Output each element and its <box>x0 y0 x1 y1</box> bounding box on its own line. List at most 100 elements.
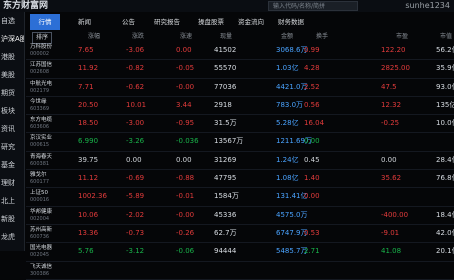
col-mcap[interactable]: 市值 <box>440 32 452 42</box>
market-cap: 93.0亿 <box>436 82 454 91</box>
volume: 62.7万 <box>214 228 237 237</box>
market-cap: 20.1亿 <box>436 247 454 256</box>
sidebar-item-news[interactable]: 资讯 <box>0 120 24 138</box>
tab-quotes[interactable]: 行情 <box>30 14 60 30</box>
sidebar-item-sectors[interactable]: 板块 <box>0 102 24 120</box>
table-row[interactable]: 上证50 000016 1002.36 -5.89 -0.01 1584万 131.41亿 0… <box>26 188 454 207</box>
amount: 5485.7万 <box>276 247 308 256</box>
tab-financials[interactable]: 财务数据 <box>278 14 304 30</box>
change-pct: 7.71 <box>78 82 94 91</box>
sidebar-item-research[interactable]: 研究 <box>0 138 24 156</box>
change-speed: 0.00 <box>176 46 192 54</box>
pe-ratio: 122.20 <box>381 46 406 54</box>
change-amount: 10.01 <box>126 100 147 109</box>
market-cap: 56.2亿 <box>436 46 454 54</box>
change-pct: 18.50 <box>78 119 99 128</box>
market-cap: 35.9亿 <box>436 64 454 73</box>
sidebar-item-funds[interactable]: 基金 <box>0 156 24 174</box>
sidebar: 自选 沪深A股 港股 美股 期货 板块 资讯 研究 基金 理财 北上 新股 龙虎 <box>0 12 25 251</box>
change-speed: -0.06 <box>176 247 195 256</box>
change-pct: 6.990 <box>78 137 99 146</box>
table-row[interactable]: 江苏国信 002608 11.92 -0.82 -0.05 55570 1.03亿 4.28 2… <box>26 60 454 79</box>
change-pct: 11.12 <box>78 174 99 183</box>
sidebar-item-a-shares[interactable]: 沪深A股 <box>0 30 24 48</box>
stock-name: 江苏国信 <box>30 62 53 69</box>
amount: 3068.6万 <box>276 46 308 54</box>
turnover: 1.40 <box>304 174 320 183</box>
stock-code: 002045 <box>30 252 50 259</box>
market-cap: 18.4亿 <box>436 210 454 219</box>
turnover: 0.56 <box>304 100 320 109</box>
amount: 4421.0万 <box>276 82 308 91</box>
sidebar-item-ipo[interactable]: 新股 <box>0 210 24 228</box>
table-row[interactable]: 青海春天 600381 39.75 0.00 0.00 31269 1.24亿 0.45 0.0… <box>26 152 454 171</box>
amount: 6747.9万 <box>276 228 308 237</box>
col-change-pct[interactable]: 涨幅 <box>88 32 100 42</box>
stock-name: 国光电器 <box>30 245 53 252</box>
tab-research[interactable]: 研究报告 <box>154 14 180 30</box>
tab-capital-flow[interactable]: 资金流向 <box>238 14 264 30</box>
stock-code: 600177 <box>30 179 50 186</box>
change-amount: -0.73 <box>126 228 145 237</box>
table-row[interactable]: 华邦健康 002004 10.06 -2.02 -0.00 45336 4575.0万 -40… <box>26 207 454 225</box>
amount: 1.08亿 <box>276 174 299 183</box>
sidebar-item-futures[interactable]: 期货 <box>0 84 24 102</box>
sidebar-item-hk[interactable]: 港股 <box>0 48 24 66</box>
market-cap: 28.4亿 <box>436 155 454 164</box>
search-input[interactable]: 输入代码/名称/简拼 <box>268 1 358 11</box>
sidebar-item-watchlist[interactable]: 自选 <box>0 12 24 30</box>
col-change[interactable]: 涨跌 <box>132 32 144 42</box>
user-name[interactable]: sunhe1234 <box>405 0 450 12</box>
change-speed: 3.44 <box>176 100 192 109</box>
tab-news[interactable]: 新闻 <box>78 14 91 30</box>
table-row[interactable]: 飞天诚信 300386 <box>26 262 454 280</box>
turnover: 0.99 <box>304 46 320 54</box>
col-amount[interactable]: 金额 <box>281 32 293 42</box>
volume: 13567万 <box>214 137 244 146</box>
table-row[interactable]: 东方电缆 603606 18.50 -3.00 -0.95 31.5万 5.28亿 16.04… <box>26 115 454 134</box>
stock-name: 万科股份 <box>30 44 53 50</box>
table-row[interactable]: 雅戈尔 600177 11.12 -0.69 -0.88 47795 1.08亿 1.40 35… <box>26 170 454 189</box>
change-speed: -0.05 <box>176 64 195 73</box>
col-pe[interactable]: 市盈 <box>396 32 408 42</box>
change-speed: -0.95 <box>176 119 195 128</box>
stock-code: 600381 <box>30 160 50 167</box>
change-pct: 20.50 <box>78 100 99 109</box>
col-speed[interactable]: 涨速 <box>180 32 192 42</box>
volume: 55570 <box>214 64 237 73</box>
stock-code: 002608 <box>30 69 50 76</box>
table-row[interactable]: 今世缘 603369 20.50 10.01 3.44 2918 783.0万 0.56 12.… <box>26 97 454 116</box>
stock-code: 000016 <box>30 197 50 204</box>
sidebar-item-wealth[interactable]: 理财 <box>0 174 24 192</box>
tab-announcements[interactable]: 公告 <box>122 14 135 30</box>
col-volume[interactable]: 现量 <box>220 32 232 42</box>
change-pct: 5.76 <box>78 247 94 256</box>
turnover: 2.52 <box>304 82 320 91</box>
tab-bar: 行情 新闻 公告 研究报告 操盘股票 资金流向 财务数据 <box>26 14 454 30</box>
table-row[interactable]: 万科股份 000002 7.65 -3.06 0.00 41502 3068.6万 0.99 1… <box>26 42 454 61</box>
amount: 131.41亿 <box>276 192 308 201</box>
market-cap: 76.8亿 <box>436 174 454 183</box>
top-bar: 东方财富网 输入代码/名称/简拼 sunhe1234 <box>0 0 454 12</box>
tab-trading[interactable]: 操盘股票 <box>198 14 224 30</box>
table-row[interactable]: 苏州高新 600736 13.36 -0.73 -0.26 62.7万 6747.9万 0.5… <box>26 225 454 244</box>
volume: 45336 <box>214 210 237 219</box>
pe-ratio: 2825.00 <box>381 64 410 73</box>
table-row[interactable]: 京汉实业 000615 6.990 -3.26 -0.036 13567万 1211.69万… <box>26 133 454 152</box>
stock-name: 青海春天 <box>30 153 53 160</box>
change-pct: 39.75 <box>78 155 99 164</box>
table-row[interactable]: 国光电器 002045 5.76 -3.12 -0.06 94444 5485.7万 2.71… <box>26 243 454 262</box>
sidebar-item-us[interactable]: 美股 <box>0 66 24 84</box>
pe-ratio: -9.01 <box>381 228 400 237</box>
col-turnover[interactable]: 换手 <box>316 32 328 42</box>
sidebar-item-northbound[interactable]: 北上 <box>0 192 24 210</box>
change-amount: -0.82 <box>126 64 145 73</box>
change-amount: -2.02 <box>126 210 145 219</box>
amount: 4575.0万 <box>276 210 308 219</box>
stock-name: 今世缘 <box>30 98 47 105</box>
table-row[interactable]: 中航光电 002179 7.71 -0.62 -0.00 77036 4421.0万 2.52… <box>26 79 454 97</box>
volume: 2918 <box>214 100 232 109</box>
turnover: 0.53 <box>304 228 320 237</box>
sidebar-item-dragon-tiger[interactable]: 龙虎 <box>0 228 24 246</box>
pe-ratio: 12.32 <box>381 100 402 109</box>
